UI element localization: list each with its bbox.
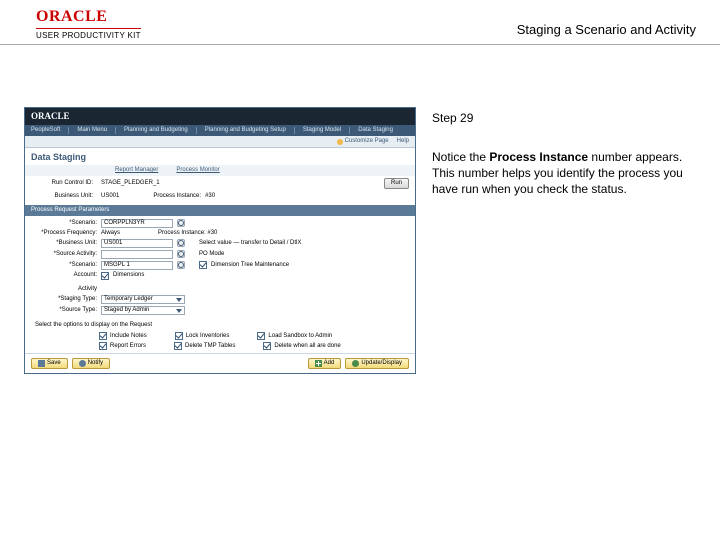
bu-value: US001: [101, 193, 119, 200]
report-manager-link[interactable]: Report Manager: [115, 167, 158, 174]
run-ctrl-value: STAGE_PLEDGER_1: [101, 180, 160, 187]
staging-type-label: Staging Type:: [31, 296, 97, 303]
params-header: Process Request Parameters: [25, 205, 415, 216]
crumb[interactable]: Planning and Budgeting: [124, 127, 197, 134]
lookup-icon[interactable]: [177, 261, 185, 269]
run-button[interactable]: Run: [384, 178, 409, 189]
page-title: Data Staging: [25, 148, 415, 165]
upk-subbrand: USER PRODUCTIVITY KIT: [36, 28, 141, 40]
brand-block: ORACLE USER PRODUCTIVITY KIT: [36, 8, 141, 40]
oracle-logo: ORACLE: [36, 8, 141, 26]
crumb[interactable]: Staging Model: [303, 127, 350, 134]
app-footer: Save Notify Add Update/Display: [25, 353, 415, 373]
instr-bold: Process Instance: [489, 150, 588, 164]
crumb[interactable]: Planning and Budgeting Setup: [205, 127, 295, 134]
content-row: ORACLE PeopleSoft Main Menu Planning and…: [0, 45, 720, 374]
bu2-label: Business Unit:: [31, 240, 97, 247]
load-sb-checkbox[interactable]: [257, 332, 265, 340]
screenshot-panel: ORACLE PeopleSoft Main Menu Planning and…: [24, 107, 416, 374]
help-link[interactable]: Help: [397, 138, 409, 145]
acct-checkbox[interactable]: [101, 272, 109, 280]
lookup-icon[interactable]: [177, 239, 185, 247]
instr-pre: Notice the: [432, 150, 489, 164]
update-display-button[interactable]: Update/Display: [345, 358, 409, 369]
del-done-label: Delete when all are done: [274, 343, 340, 350]
step-label: Step 29: [432, 111, 696, 125]
process-monitor-link[interactable]: Process Monitor: [176, 167, 219, 174]
run-ctrl-label: Run Control ID:: [31, 180, 97, 187]
add-button[interactable]: Add: [308, 358, 342, 369]
sact-label: Source Activity:: [31, 251, 97, 258]
notify-button[interactable]: Notify: [72, 358, 110, 369]
del-done-checkbox[interactable]: [263, 342, 271, 350]
instruction-text: Notice the Process Instance number appea…: [432, 149, 696, 198]
pfreq-label: Process Frequency:: [31, 230, 97, 237]
lookup-icon[interactable]: [177, 250, 185, 258]
pale-strip: Report Manager Process Monitor: [25, 165, 415, 176]
crumb[interactable]: Data Staging: [358, 127, 401, 134]
inst-row: Business Unit: US001 Process Instance: #…: [25, 191, 415, 202]
dim-tree-checkbox[interactable]: [199, 261, 207, 269]
pfreq-value: Always: [101, 230, 120, 237]
proc-instance-value: #30: [205, 193, 215, 200]
app-brand-bar: ORACLE: [25, 108, 415, 125]
app-toolbar: Customize Page Help: [25, 136, 415, 148]
include-notes-label: Include Notes: [110, 333, 147, 340]
options-note: Select the options to display on the Req…: [25, 320, 415, 331]
sc2-note: Dimension Tree Maintenance: [211, 262, 289, 269]
instruction-panel: Step 29 Notice the Process Instance numb…: [432, 107, 696, 374]
sact-note: Select value — transfer to Detail / DtlX: [199, 240, 301, 247]
plus-icon: [315, 360, 322, 367]
scenario-input[interactable]: CORPPLN3YR: [101, 219, 173, 228]
rpt-err-checkbox[interactable]: [99, 342, 107, 350]
staging-type-select[interactable]: Temporary Ledger: [101, 295, 185, 304]
bu-label: Business Unit:: [31, 193, 97, 200]
source-type-label: Source Type:: [31, 307, 97, 314]
proc-instance-label: Process Instance:: [153, 193, 201, 200]
pfreq-note: Process Instance: #30: [158, 230, 217, 237]
lock-inv-label: Lock Inventories: [186, 333, 230, 340]
sc2-input[interactable]: MSGPL 1: [101, 261, 173, 270]
refresh-icon: [352, 360, 359, 367]
oracle-app: ORACLE PeopleSoft Main Menu Planning and…: [24, 107, 416, 374]
run-row: Run Control ID: STAGE_PLEDGER_1 Run: [25, 176, 415, 191]
acct-note: Dimensions: [113, 272, 144, 279]
bu2-input[interactable]: US001: [101, 239, 173, 248]
lock-inv-checkbox[interactable]: [175, 332, 183, 340]
gear-icon: [337, 139, 343, 145]
save-button[interactable]: Save: [31, 358, 68, 369]
check-row-2: Report Errors Delete TMP Tables Delete w…: [25, 341, 415, 351]
crumb[interactable]: Main Menu: [77, 127, 116, 134]
doc-banner: ORACLE USER PRODUCTIVITY KIT Staging a S…: [0, 0, 720, 45]
sc2-label: Scenario:: [31, 262, 97, 269]
check-row-1: Include Notes Lock Inventories Load Sand…: [25, 331, 415, 341]
breadcrumb: PeopleSoft Main Menu Planning and Budget…: [25, 125, 415, 136]
source-type-select[interactable]: Staged by Admin: [101, 306, 185, 315]
lookup-icon[interactable]: [177, 219, 185, 227]
notify-icon: [79, 360, 86, 367]
load-sb-label: Load Sandbox to Admin: [268, 333, 332, 340]
include-notes-checkbox[interactable]: [99, 332, 107, 340]
customize-page-link[interactable]: Customize Page: [337, 138, 389, 145]
pomode-note: PO Mode: [199, 251, 224, 258]
activity-label: Activity: [31, 286, 97, 293]
acct-label: Account:: [31, 272, 97, 279]
sact-input[interactable]: [101, 250, 173, 259]
scenario-label: Scenario:: [31, 220, 97, 227]
crumb[interactable]: PeopleSoft: [31, 127, 69, 134]
del-tmp-checkbox[interactable]: [174, 342, 182, 350]
rpt-err-label: Report Errors: [110, 343, 146, 350]
doc-title: Staging a Scenario and Activity: [517, 8, 696, 37]
del-tmp-label: Delete TMP Tables: [185, 343, 235, 350]
params-grid: Scenario: CORPPLN3YR Process Frequency: …: [25, 216, 415, 320]
save-icon: [38, 360, 45, 367]
